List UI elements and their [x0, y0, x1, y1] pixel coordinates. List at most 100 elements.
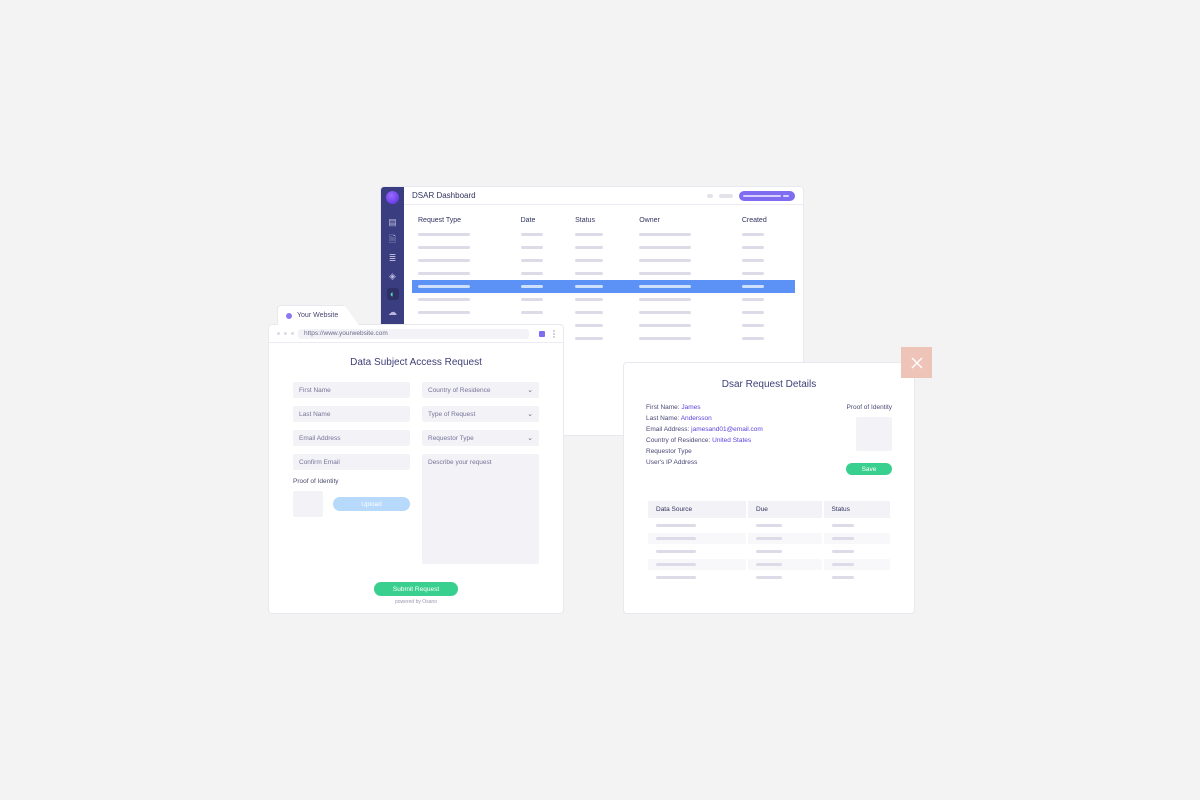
col-request-type[interactable]: Request Type	[412, 213, 515, 228]
describe-request-field[interactable]: Describe your request	[422, 454, 539, 564]
placeholder-bar	[832, 550, 854, 553]
col-created[interactable]: Created	[736, 213, 795, 228]
email-field[interactable]: Email Address	[293, 430, 410, 446]
placeholder-bar	[575, 298, 603, 301]
placeholder-bar	[742, 285, 764, 288]
extension-badge-icon[interactable]	[539, 331, 545, 337]
site-favicon-icon	[286, 313, 292, 319]
table-row[interactable]	[648, 533, 890, 544]
placeholder-bar	[521, 272, 543, 275]
header-action-button[interactable]	[739, 191, 795, 201]
submit-request-button[interactable]: Submit Request	[374, 582, 458, 596]
browser-address-bar: https://www.yourwebsite.com	[269, 325, 563, 343]
placeholder: Type of Request	[428, 411, 475, 418]
first-name-field[interactable]: First Name	[293, 382, 410, 398]
details-title: Dsar Request Details	[646, 379, 892, 390]
url-text: https://www.yourwebsite.com	[304, 330, 388, 337]
details-field-list: First Name: JamesLast Name: AnderssonEma…	[646, 404, 763, 475]
placeholder-bar	[656, 550, 696, 553]
placeholder-bar	[756, 576, 782, 579]
shield-icon[interactable]: ◐	[387, 288, 399, 300]
col-status[interactable]: Status	[569, 213, 633, 228]
data-sources-table: Data Source Due Status	[646, 499, 892, 585]
placeholder-bar	[832, 563, 854, 566]
placeholder-bar	[521, 298, 543, 301]
placeholder-bar	[521, 259, 543, 262]
placeholder-bar	[742, 298, 764, 301]
col-due[interactable]: Due	[748, 501, 822, 518]
col-date[interactable]: Date	[515, 213, 570, 228]
table-row[interactable]	[648, 546, 890, 557]
placeholder-bar	[742, 246, 764, 249]
placeholder-bar	[656, 524, 696, 527]
placeholder-bar	[575, 311, 603, 314]
table-row[interactable]	[412, 228, 795, 241]
placeholder-bar	[639, 233, 691, 236]
detail-field: Email Address: jamesand01@email.com	[646, 426, 763, 433]
proof-thumbnail[interactable]	[856, 417, 892, 451]
save-button[interactable]: Save	[846, 463, 892, 475]
placeholder-bar	[639, 259, 691, 262]
details-top-row: First Name: JamesLast Name: AnderssonEma…	[646, 404, 892, 475]
detail-field: Requestor Type	[646, 448, 763, 455]
table-row[interactable]	[648, 520, 890, 531]
upload-button[interactable]: Upload	[333, 497, 410, 511]
table-row[interactable]	[412, 241, 795, 254]
col-status[interactable]: Status	[824, 501, 891, 518]
last-name-field[interactable]: Last Name	[293, 406, 410, 422]
confirm-email-field[interactable]: Confirm Email	[293, 454, 410, 470]
table-header-row: Request Type Date Status Owner Created	[412, 213, 795, 228]
cloud-icon[interactable]: ☁	[387, 306, 399, 318]
col-owner[interactable]: Owner	[633, 213, 736, 228]
header-chip	[707, 194, 713, 198]
requestor-type-field[interactable]: Requestor Type ⌄	[422, 430, 539, 446]
browser-tab[interactable]: Your Website	[277, 305, 359, 325]
clipboard-icon[interactable]: 🗎	[387, 234, 399, 246]
col-data-source[interactable]: Data Source	[648, 501, 746, 518]
powered-by-text: powered by Osano	[293, 599, 539, 605]
placeholder: First Name	[299, 387, 331, 394]
header-chip	[719, 194, 733, 198]
placeholder-bar	[418, 233, 470, 236]
proof-column: Proof of Identity Save	[846, 404, 892, 475]
dsar-request-form-panel: Your Website https://www.yourwebsite.com…	[268, 324, 564, 614]
placeholder-bar	[742, 272, 764, 275]
table-row[interactable]	[412, 254, 795, 267]
placeholder-bar	[418, 246, 470, 249]
kebab-menu-icon[interactable]	[553, 330, 555, 338]
detail-field: Last Name: Andersson	[646, 415, 763, 422]
placeholder: Describe your request	[428, 459, 492, 466]
placeholder-bar	[742, 311, 764, 314]
dsar-request-details-panel: Dsar Request Details First Name: JamesLa…	[623, 362, 915, 614]
brand-logo-icon[interactable]	[386, 191, 399, 204]
proof-of-identity-label: Proof of Identity	[846, 404, 892, 411]
table-row[interactable]	[648, 559, 890, 570]
table-row[interactable]	[648, 572, 890, 583]
placeholder-bar	[756, 563, 782, 566]
upload-label: Upload	[361, 501, 382, 508]
url-input[interactable]: https://www.yourwebsite.com	[298, 329, 529, 339]
placeholder-bar	[575, 233, 603, 236]
diamond-icon[interactable]: ◈	[387, 270, 399, 282]
table-header-row: Data Source Due Status	[648, 501, 890, 518]
table-row[interactable]	[412, 306, 795, 319]
close-button[interactable]	[901, 347, 932, 378]
chevron-down-icon: ⌄	[527, 410, 533, 418]
table-row[interactable]	[412, 293, 795, 306]
list-icon[interactable]: ≣	[387, 252, 399, 264]
submit-label: Submit Request	[393, 586, 439, 593]
proof-upload-row: Upload	[293, 491, 410, 517]
request-type-field[interactable]: Type of Request ⌄	[422, 406, 539, 422]
placeholder-bar	[575, 246, 603, 249]
layers-icon[interactable]: ▤	[387, 216, 399, 228]
close-icon	[910, 356, 924, 370]
placeholder-bar	[418, 272, 470, 275]
table-row[interactable]	[412, 280, 795, 293]
placeholder-bar	[656, 576, 696, 579]
country-field[interactable]: Country of Residence ⌄	[422, 382, 539, 398]
placeholder-bar	[418, 311, 470, 314]
placeholder-bar	[756, 550, 782, 553]
proof-of-identity-label: Proof of Identity	[293, 478, 410, 485]
placeholder: Requestor Type	[428, 435, 474, 442]
table-row[interactable]	[412, 267, 795, 280]
